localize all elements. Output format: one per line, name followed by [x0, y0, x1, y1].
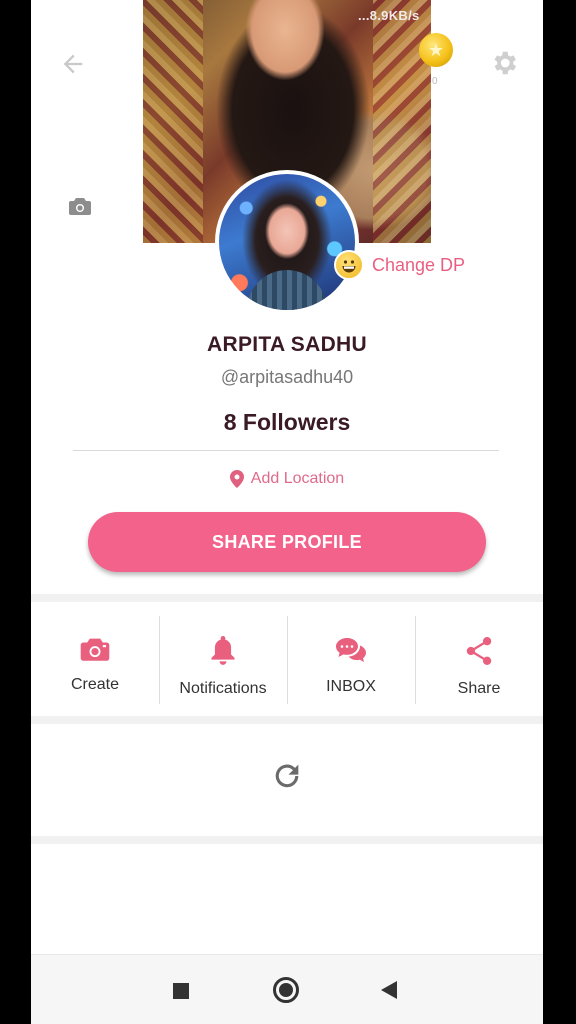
share-label: Share [457, 680, 501, 697]
avatar-shirt [247, 270, 327, 310]
home-icon[interactable] [273, 977, 299, 1003]
notifications-label: Notifications [179, 680, 267, 697]
profile-avatar[interactable] [215, 170, 359, 314]
profile-name: ARPITA SADHU [207, 333, 367, 356]
cover-pattern-right [373, 0, 431, 243]
coins-button[interactable]: ★ [419, 33, 453, 67]
bell-icon [211, 636, 235, 665]
profile-screen: ...8.9KB/s ★ 0 Change DP ARPITA SADHU @a… [31, 0, 543, 1024]
share-icon [466, 637, 492, 665]
left-letterbox [0, 0, 31, 1024]
action-row: Create Notifications INBOX Share [31, 616, 543, 706]
star-icon: ★ [427, 39, 445, 60]
coin-count: 0 [432, 76, 438, 87]
inbox-label: INBOX [326, 678, 376, 695]
home-dot [279, 983, 293, 997]
recents-icon[interactable] [173, 983, 189, 999]
inbox-button[interactable]: INBOX [287, 616, 415, 706]
cover-pattern-left [143, 0, 203, 243]
change-cover-button[interactable] [67, 195, 93, 217]
section-separator [31, 594, 543, 602]
location-pin-icon [229, 470, 244, 488]
followers-count[interactable]: 8 Followers [31, 409, 543, 436]
system-nav-bar [31, 954, 543, 1024]
arrow-left-icon [63, 54, 83, 74]
create-button[interactable]: Create [31, 616, 159, 706]
change-dp-button[interactable]: Change DP [334, 250, 465, 280]
share-profile-button[interactable]: SHARE PROFILE [88, 512, 486, 572]
right-letterbox [543, 0, 576, 1024]
back-triangle-icon[interactable] [381, 981, 397, 999]
settings-button[interactable] [487, 46, 521, 80]
avatar-photo [219, 174, 355, 310]
add-location-label: Add Location [250, 470, 345, 487]
refresh-icon [275, 764, 299, 788]
create-label: Create [70, 676, 120, 693]
share-button[interactable]: Share [415, 616, 543, 706]
chat-icon [336, 638, 366, 662]
profile-handle: @arpitasadhu40 [220, 367, 354, 387]
add-location-button[interactable]: Add Location [31, 470, 543, 488]
section-separator [31, 716, 543, 724]
refresh-button[interactable] [269, 758, 305, 794]
back-button[interactable] [57, 48, 89, 80]
camera-icon [69, 198, 91, 215]
grin-emoji-icon [334, 250, 364, 280]
gear-icon [494, 51, 516, 75]
camera-icon [80, 638, 110, 661]
network-speed: ...8.9KB/s [358, 8, 420, 23]
divider [73, 450, 499, 451]
change-dp-label: Change DP [372, 254, 466, 275]
notifications-button[interactable]: Notifications [159, 616, 287, 706]
section-separator [31, 836, 543, 844]
